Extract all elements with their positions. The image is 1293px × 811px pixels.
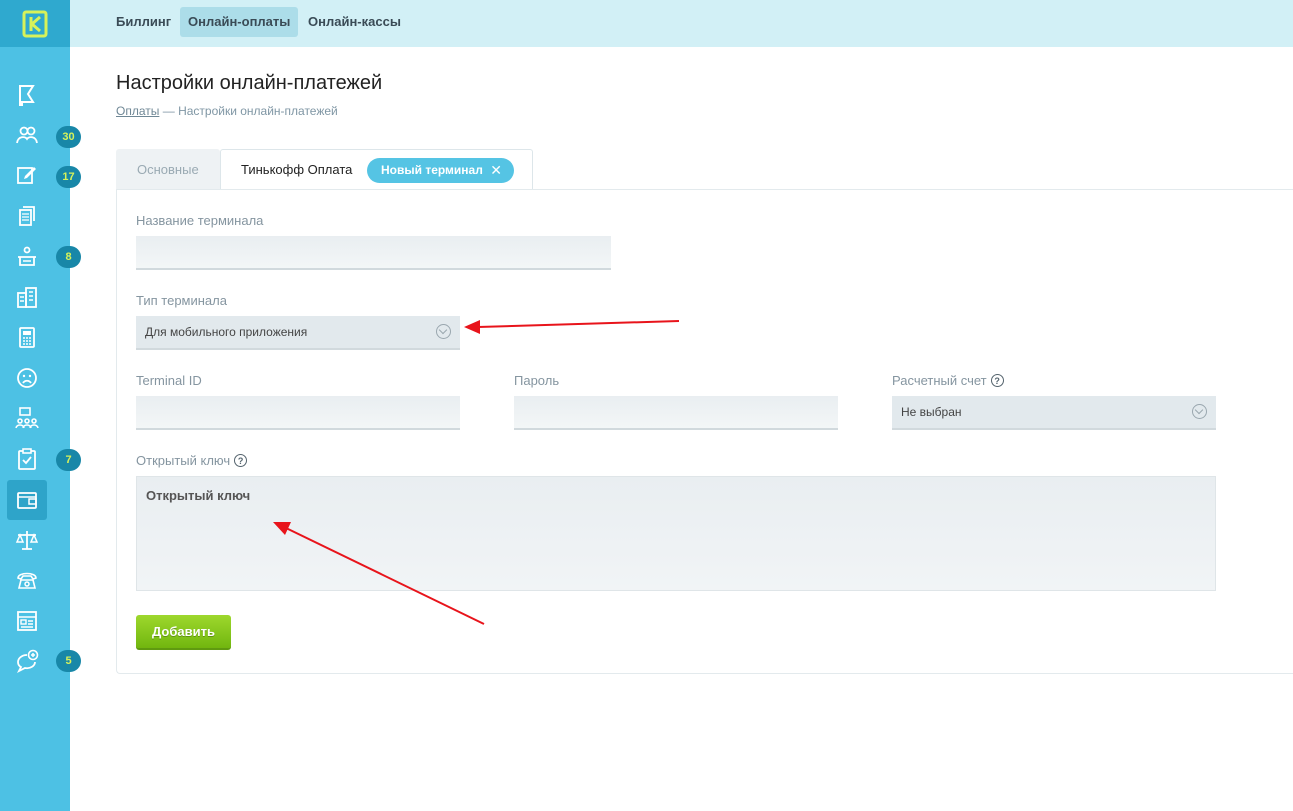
- settings-tabs: Основные Тинькофф Оплата Новый терминал …: [116, 149, 1293, 190]
- building-icon: [17, 287, 37, 308]
- breadcrumb: Оплаты — Настройки онлайн-платежей: [116, 104, 338, 118]
- sidebar-item-building[interactable]: [7, 277, 47, 317]
- wallet-icon: [17, 492, 37, 509]
- sidebar: 30 17 8 7 5: [0, 0, 81, 811]
- chevron-down-icon: [1192, 404, 1207, 419]
- calculator-icon: [19, 327, 35, 348]
- add-button[interactable]: Добавить: [136, 615, 231, 650]
- password-label: Пароль: [514, 373, 559, 388]
- terminal-name-label-text: Название терминала: [136, 213, 264, 228]
- account-value: Не выбран: [901, 405, 962, 419]
- scales-icon: [15, 531, 39, 550]
- chevron-down-icon: [436, 324, 451, 339]
- terminal-id-label-text: Terminal ID: [136, 373, 202, 388]
- sidebar-item-structure[interactable]: [7, 398, 47, 438]
- flag-icon: [19, 85, 35, 106]
- badge-users: 30: [56, 126, 81, 148]
- teacher-desk-icon: [18, 246, 36, 266]
- chat-add-icon: [16, 649, 39, 673]
- sad-face-icon: [17, 368, 37, 388]
- badge-edit: 17: [56, 166, 81, 188]
- password-input[interactable]: [514, 396, 838, 430]
- top-nav: Биллинг Онлайн-оплаты Онлайн-кассы: [70, 0, 1293, 47]
- password-label-text: Пароль: [514, 373, 560, 388]
- logo-icon: [22, 10, 48, 37]
- terminal-type-value: Для мобильного приложения: [145, 325, 308, 339]
- documents-icon: [19, 206, 35, 226]
- tab-new-terminal[interactable]: Новый терминал ✕: [367, 158, 514, 183]
- breadcrumb-separator: —: [162, 104, 175, 118]
- help-icon[interactable]: ?: [990, 374, 1004, 387]
- sidebar-item-documents[interactable]: [7, 196, 47, 236]
- tab-new-terminal-label: Новый терминал: [381, 163, 483, 177]
- tab-basic[interactable]: Основные: [116, 149, 220, 190]
- public-key-label: Открытый ключ ?: [136, 453, 248, 468]
- help-icon[interactable]: ?: [234, 454, 248, 467]
- top-tab-online-cashbox[interactable]: Онлайн-кассы: [300, 7, 409, 37]
- top-tab-billing[interactable]: Биллинг: [108, 7, 179, 37]
- breadcrumb-link-payments[interactable]: Оплаты: [116, 104, 159, 118]
- tab-tinkoff[interactable]: Тинькофф Оплата Новый терминал ✕: [220, 149, 533, 190]
- org-structure-icon: [15, 407, 39, 429]
- clipboard-check-icon: [18, 448, 36, 470]
- sidebar-item-window[interactable]: [7, 601, 47, 641]
- sidebar-item-users[interactable]: [7, 115, 47, 155]
- close-icon[interactable]: ✕: [490, 158, 502, 183]
- browser-window-icon: [17, 611, 37, 631]
- sidebar-item-scales[interactable]: [7, 520, 47, 560]
- terminal-id-label: Terminal ID: [136, 373, 202, 388]
- account-select[interactable]: Не выбран: [892, 396, 1216, 430]
- account-label-text: Расчетный счет: [892, 373, 987, 388]
- sidebar-item-flag[interactable]: [7, 75, 47, 115]
- public-key-textarea[interactable]: Открытый ключ: [136, 476, 1216, 591]
- terminal-type-label: Тип терминала: [136, 293, 227, 308]
- terminal-type-select[interactable]: Для мобильного приложения: [136, 316, 460, 350]
- tab-tinkoff-label: Тинькофф Оплата: [241, 162, 353, 177]
- terminal-id-input[interactable]: [136, 396, 460, 430]
- badge-tasks: 7: [56, 449, 81, 471]
- terminal-name-label: Название терминала: [136, 213, 263, 228]
- top-tab-online-payments[interactable]: Онлайн-оплаты: [180, 7, 299, 37]
- breadcrumb-current: Настройки онлайн-платежей: [178, 104, 338, 118]
- page-title: Настройки онлайн-платежей: [116, 72, 383, 94]
- public-key-label-text: Открытый ключ: [136, 453, 231, 468]
- account-label: Расчетный счет ?: [892, 373, 1004, 388]
- sidebar-item-teacher[interactable]: [7, 236, 47, 276]
- phone-icon: [17, 572, 37, 589]
- sidebar-item-tasks[interactable]: [7, 439, 47, 479]
- app-root: 30 17 8 7 5 Биллинг Онлайн-оплаты Онлайн…: [0, 0, 1293, 811]
- badge-teacher: 8: [56, 246, 81, 268]
- logo[interactable]: [0, 0, 70, 47]
- users-icon: [16, 126, 38, 144]
- sidebar-item-wallet[interactable]: [7, 480, 47, 520]
- sidebar-item-phone[interactable]: [7, 560, 47, 600]
- sidebar-item-calculator[interactable]: [7, 317, 47, 357]
- terminal-type-label-text: Тип терминала: [136, 293, 227, 308]
- sidebar-item-complaints[interactable]: [7, 358, 47, 398]
- sidebar-item-edit[interactable]: [7, 155, 47, 195]
- edit-note-icon: [17, 167, 36, 184]
- terminal-name-input[interactable]: [136, 236, 611, 270]
- badge-chat: 5: [56, 650, 81, 672]
- sidebar-item-chat[interactable]: [7, 641, 47, 681]
